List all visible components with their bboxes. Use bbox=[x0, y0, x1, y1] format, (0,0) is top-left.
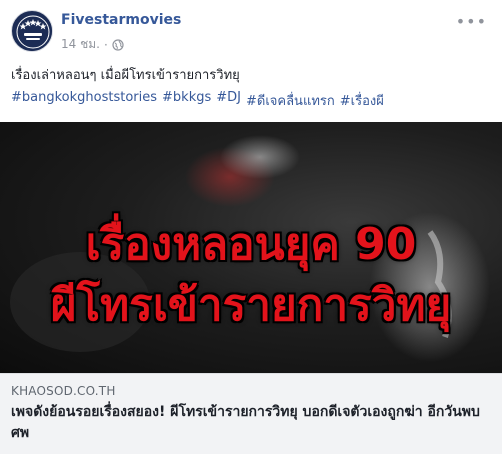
hashtag-link[interactable]: #DJ bbox=[216, 90, 241, 111]
page-name-link[interactable]: Fivestarmovies bbox=[61, 12, 181, 28]
hashtag-link[interactable]: #เรื่องผี bbox=[340, 90, 384, 111]
facebook-post: Fivestarmovies 14 ชม. · ••• เรื่องเล่าหล… bbox=[0, 0, 502, 454]
post-caption: เรื่องเล่าหลอนๆ เมื่อผีโทรเข้ารายการวิทย… bbox=[11, 68, 240, 83]
hashtag-list: #bangkokghoststories #bkkgs #DJ #ดีเจคลื… bbox=[11, 90, 384, 111]
meta-separator: · bbox=[103, 37, 108, 52]
link-preview-card[interactable]: KHAOSOD.CO.TH เพจดังย้อนรอยเรื่องสยอง! ผ… bbox=[0, 373, 502, 454]
hashtag-link[interactable]: #bangkokghoststories bbox=[11, 90, 157, 111]
ellipsis-icon[interactable]: ••• bbox=[456, 12, 487, 31]
image-title-line-2: ผีโทรเข้ารายการวิทยุ bbox=[50, 280, 452, 331]
post-timestamp[interactable]: 14 ชม. bbox=[61, 35, 100, 54]
hashtag-link[interactable]: #bkkgs bbox=[162, 90, 211, 111]
post-meta: 14 ชม. · bbox=[61, 35, 124, 54]
page-avatar[interactable] bbox=[11, 10, 53, 52]
image-title-line-1: เรื่องหลอนยุค 90 bbox=[85, 219, 417, 270]
link-preview-image[interactable]: เรื่องหลอนยุค 90 ผีโทรเข้ารายการวิทยุ bbox=[0, 122, 502, 373]
globe-icon[interactable] bbox=[112, 38, 124, 51]
link-title[interactable]: เพจดังย้อนรอยเรื่องสยอง! ผีโทรเข้ารายการ… bbox=[11, 402, 491, 444]
post-header: Fivestarmovies 14 ชม. · ••• bbox=[11, 10, 491, 52]
fivestar-logo-icon bbox=[13, 12, 52, 51]
hashtag-link[interactable]: #ดีเจคลื่นแทรก bbox=[246, 90, 335, 111]
link-domain: KHAOSOD.CO.TH bbox=[11, 384, 116, 398]
